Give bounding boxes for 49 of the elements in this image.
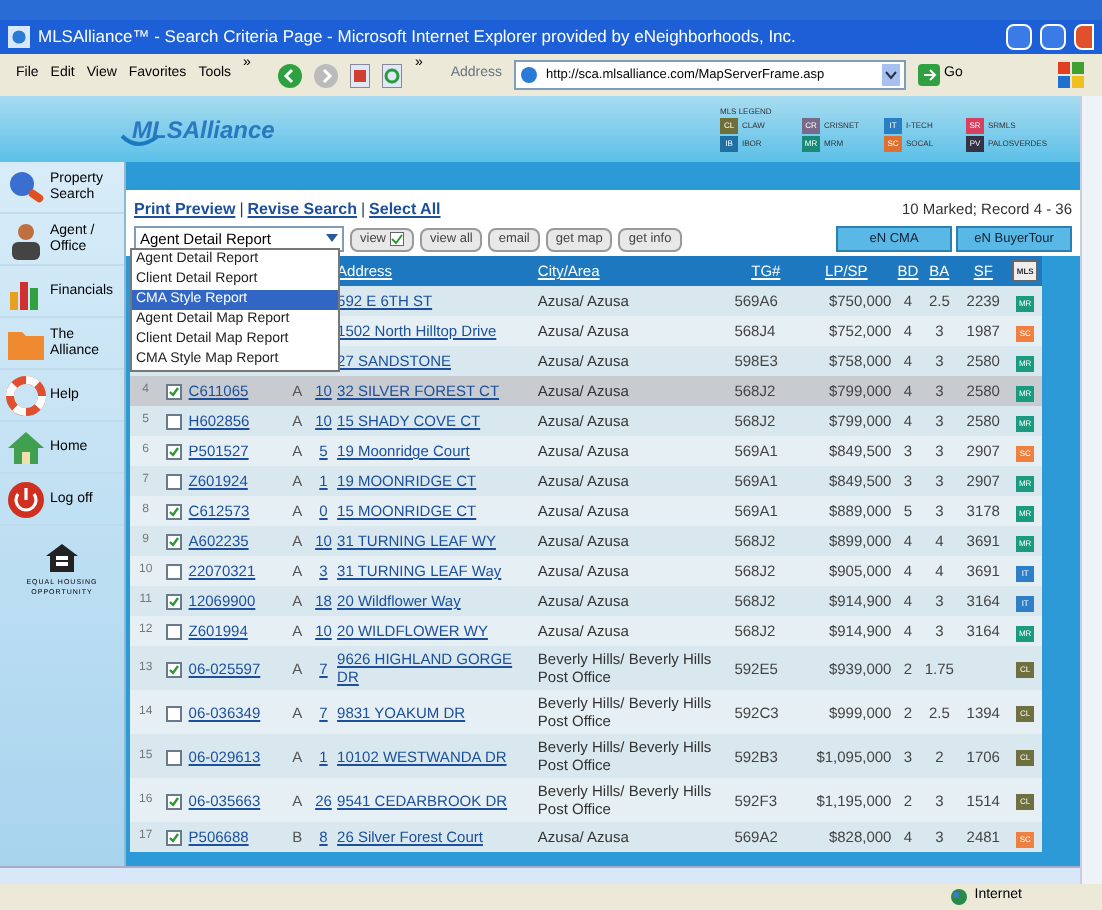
window-title: MLSAlliance™ - Search Criteria Page - Microsoft Internet Explorer provided by eNeighborhoods, Inc. <box>38 24 798 50</box>
row-checkbox[interactable] <box>166 564 183 580</box>
check-icon <box>168 446 181 458</box>
check-icon <box>168 795 181 807</box>
equal-housing-icon <box>44 542 80 574</box>
check-icon <box>168 596 181 608</box>
house-icon <box>6 427 46 467</box>
row-checkbox[interactable] <box>166 830 183 846</box>
magnifier-icon <box>6 167 46 207</box>
row-checkbox[interactable] <box>166 504 183 520</box>
close-button[interactable] <box>1074 24 1094 50</box>
horizontal-scrollbar[interactable] <box>0 866 1080 884</box>
row-checkbox[interactable] <box>166 661 183 677</box>
header-link[interactable]: Select All <box>369 198 441 222</box>
check-icon <box>168 536 181 548</box>
check-icon <box>168 663 181 675</box>
page-icon <box>520 66 539 84</box>
browser-icon <box>8 26 30 48</box>
row-checkbox[interactable] <box>166 624 183 640</box>
globe-icon <box>950 888 969 906</box>
check-icon <box>168 386 181 398</box>
row-checkbox[interactable] <box>166 705 183 721</box>
minimize-button[interactable] <box>1006 24 1032 50</box>
check-icon <box>168 506 181 518</box>
windows-logo-icon <box>1058 61 1086 89</box>
stop-icon[interactable] <box>350 63 371 87</box>
row-checkbox[interactable] <box>166 534 183 550</box>
link-separator: | <box>237 198 246 222</box>
row-checkbox[interactable] <box>166 793 183 809</box>
maximize-button[interactable] <box>1040 24 1066 50</box>
row-checkbox[interactable] <box>166 594 183 610</box>
row-checkbox[interactable] <box>166 414 183 430</box>
header-link[interactable]: Print Preview <box>134 198 236 222</box>
arrow-right-icon <box>918 64 941 86</box>
back-icon[interactable] <box>278 63 303 87</box>
power-icon <box>6 479 46 519</box>
row-checkbox[interactable] <box>166 474 183 490</box>
check-icon <box>390 232 405 246</box>
check-icon <box>168 832 181 844</box>
person-icon <box>6 219 46 259</box>
link-separator: | <box>358 198 368 222</box>
lifebuoy-icon <box>6 375 46 415</box>
header-link[interactable]: Revise Search <box>247 198 357 222</box>
vertical-scrollbar[interactable] <box>1080 96 1102 884</box>
row-checkbox[interactable] <box>166 749 183 765</box>
row-checkbox[interactable] <box>166 384 183 400</box>
caret-icon <box>326 234 338 244</box>
refresh-icon[interactable] <box>382 63 403 87</box>
row-checkbox[interactable] <box>166 444 183 460</box>
